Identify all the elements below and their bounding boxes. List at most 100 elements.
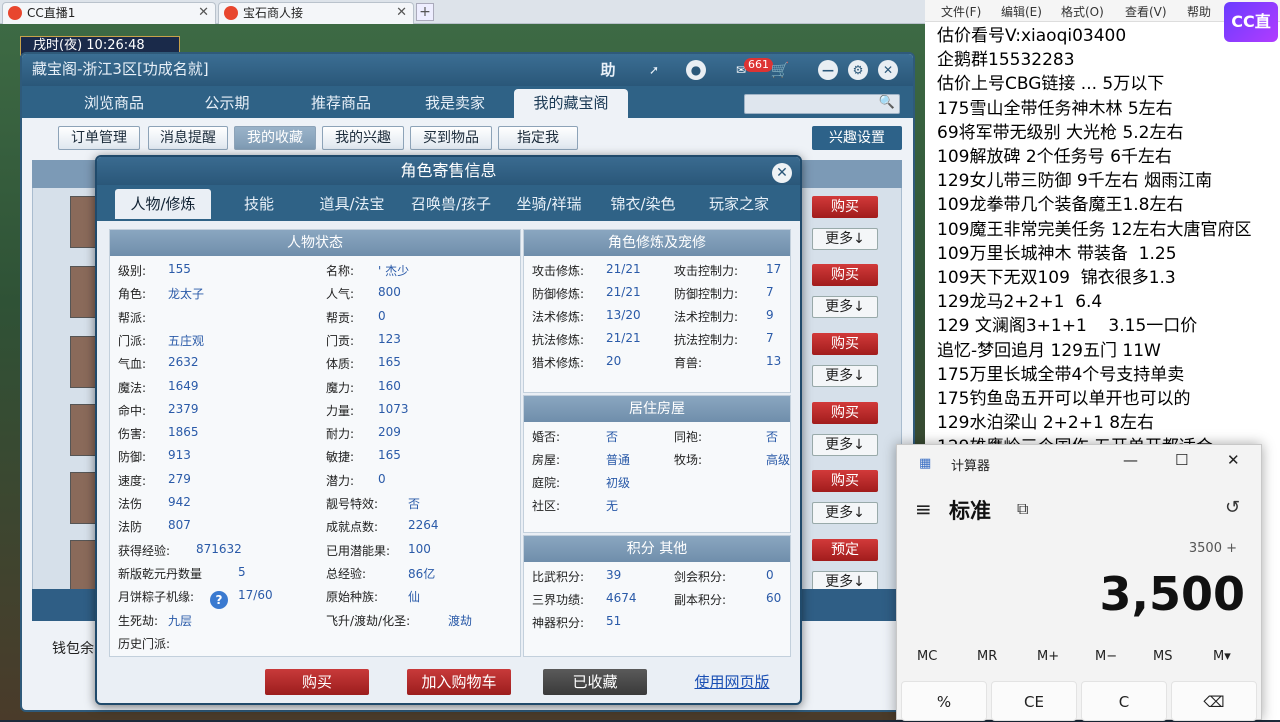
stat-label: 潜力: bbox=[326, 473, 355, 488]
subtab-messages[interactable]: 消息提醒 bbox=[148, 126, 228, 150]
more-button[interactable]: 更多↓ bbox=[812, 502, 878, 524]
tab-skills[interactable]: 技能 bbox=[217, 189, 301, 219]
memory-add-button[interactable]: M+ bbox=[1037, 649, 1059, 664]
browser-tab-cc[interactable]: CC直播1 ✕ bbox=[2, 2, 216, 24]
subtab-assigned[interactable]: 指定我 bbox=[498, 126, 578, 150]
cultivation-value: 13 bbox=[766, 354, 782, 368]
web-version-link[interactable]: 使用网页版 bbox=[687, 669, 777, 695]
stat-label: 体质: bbox=[326, 357, 355, 372]
close-icon[interactable]: ✕ bbox=[1227, 451, 1240, 469]
memory-clear-button[interactable]: MC bbox=[917, 649, 937, 664]
memory-list-button[interactable]: M▾ bbox=[1213, 649, 1231, 664]
house-panel-title: 居住房屋 bbox=[524, 396, 790, 422]
more-button[interactable]: 更多↓ bbox=[812, 228, 878, 250]
tab-items[interactable]: 道具/法宝 bbox=[307, 189, 397, 219]
notepad-text[interactable]: 估价看号V:xiaoqi03400 企鹅群15532283 估价上号CBG链接 ..… bbox=[937, 24, 1277, 460]
dialog-tabs: 人物/修炼 技能 道具/法宝 召唤兽/孩子 坐骑/祥瑞 锦衣/染色 玩家之家 bbox=[97, 185, 800, 221]
close-icon[interactable]: ✕ bbox=[198, 3, 209, 23]
notepad-line: 175万里长城全带4个号支持单卖 bbox=[937, 364, 1185, 385]
points-panel: 积分 其他 比武积分: 39 剑会积分: 0 三界功绩: 4674 副本积分: 60 神器积分:… bbox=[523, 535, 791, 657]
keep-on-top-icon[interactable]: ⧉ bbox=[1017, 499, 1028, 519]
backspace-key[interactable]: ⌫ bbox=[1171, 681, 1257, 721]
notepad-line: 追忆-梦回追月 129五门 11W bbox=[937, 340, 1161, 361]
tab-costumes[interactable]: 锦衣/染色 bbox=[599, 189, 687, 219]
percent-key[interactable]: % bbox=[901, 681, 987, 721]
cc-favicon-icon bbox=[8, 6, 22, 20]
buy-button[interactable]: 购买 bbox=[812, 470, 878, 492]
collected-button[interactable]: 已收藏 bbox=[543, 669, 647, 695]
clear-key[interactable]: C bbox=[1081, 681, 1167, 721]
tab-character[interactable]: 人物/修炼 bbox=[115, 189, 211, 219]
history-icon[interactable]: ↺ bbox=[1225, 497, 1240, 518]
cultivation-label: 攻击修炼: bbox=[532, 264, 585, 278]
buy-button[interactable]: 购买 bbox=[812, 196, 878, 218]
minimize-icon[interactable]: — bbox=[818, 60, 838, 80]
character-sale-dialog: 角色寄售信息 ✕ 人物/修炼 技能 道具/法宝 召唤兽/孩子 坐骑/祥瑞 锦衣/… bbox=[95, 155, 802, 705]
gear-icon[interactable]: ⚙ bbox=[848, 60, 868, 80]
stat-label: 魔力: bbox=[326, 380, 355, 395]
subtab-purchased[interactable]: 买到物品 bbox=[410, 126, 492, 150]
record-icon[interactable]: ● bbox=[686, 60, 706, 80]
subtab-interests[interactable]: 我的兴趣 bbox=[322, 126, 404, 150]
stat-label: 原始种族: bbox=[326, 590, 379, 605]
interest-settings-button[interactable]: 兴趣设置 bbox=[812, 126, 902, 150]
memory-store-button[interactable]: MS bbox=[1153, 649, 1172, 664]
tab-recommended[interactable]: 推荐商品 bbox=[286, 89, 396, 118]
menu-help[interactable]: 帮助 bbox=[1187, 3, 1211, 20]
close-icon[interactable]: ✕ bbox=[772, 163, 792, 183]
browser-tab-gem[interactable]: 宝石商人接 ✕ bbox=[218, 2, 414, 24]
subtab-favorites[interactable]: 我的收藏 bbox=[234, 126, 316, 150]
tab-mounts[interactable]: 坐骑/祥瑞 bbox=[505, 189, 593, 219]
cultivation-value: 9 bbox=[766, 308, 774, 322]
house-label: 房屋: bbox=[532, 453, 561, 467]
tab-seller[interactable]: 我是卖家 bbox=[400, 89, 510, 118]
stat-value: 2379 bbox=[168, 401, 199, 416]
more-button[interactable]: 更多↓ bbox=[812, 365, 878, 387]
more-button[interactable]: 更多↓ bbox=[812, 434, 878, 456]
stat-value: 九层 bbox=[168, 613, 193, 628]
reserve-button[interactable]: 预定 bbox=[812, 539, 878, 561]
tab-player-home[interactable]: 玩家之家 bbox=[693, 189, 785, 219]
menu-format[interactable]: 格式(O) bbox=[1061, 3, 1104, 20]
menu-file[interactable]: 文件(F) bbox=[941, 3, 981, 20]
tab-publicity[interactable]: 公示期 bbox=[172, 89, 282, 118]
points-label: 三界功绩: bbox=[532, 593, 585, 607]
maximize-icon[interactable]: ☐ bbox=[1175, 451, 1188, 469]
menu-view[interactable]: 查看(V) bbox=[1125, 3, 1167, 20]
add-to-cart-button[interactable]: 加入购物车 bbox=[407, 669, 511, 695]
buy-button[interactable]: 购买 bbox=[812, 264, 878, 286]
tab-browse[interactable]: 浏览商品 bbox=[62, 89, 166, 118]
hamburger-menu-icon[interactable]: ≡ bbox=[915, 497, 932, 521]
minimize-icon[interactable]: — bbox=[1123, 451, 1138, 469]
subtab-orders[interactable]: 订单管理 bbox=[58, 126, 140, 150]
buy-button[interactable]: 购买 bbox=[265, 669, 369, 695]
memory-subtract-button[interactable]: M− bbox=[1095, 649, 1117, 664]
notepad-line: 129女儿带三防御 9千左右 烟雨江南 bbox=[937, 171, 1213, 192]
stat-label: 总经验: bbox=[326, 566, 367, 581]
tab-my-cangbaoge[interactable]: 我的藏宝阁 bbox=[514, 89, 628, 118]
cart-icon[interactable]: 🛒 bbox=[770, 60, 790, 80]
help-button[interactable]: 助 bbox=[596, 60, 620, 80]
new-tab-button[interactable]: + bbox=[416, 3, 434, 21]
search-icon[interactable]: 🔍 bbox=[879, 95, 895, 110]
help-icon[interactable]: ? bbox=[210, 591, 228, 609]
close-icon[interactable]: ✕ bbox=[396, 3, 407, 23]
points-panel-title: 积分 其他 bbox=[524, 536, 790, 562]
menu-edit[interactable]: 编辑(E) bbox=[1001, 3, 1042, 20]
buy-button[interactable]: 购买 bbox=[812, 333, 878, 355]
notepad-line: 109魔王非常完美任务 12左右大唐官府区 bbox=[937, 219, 1252, 240]
memory-recall-button[interactable]: MR bbox=[977, 649, 997, 664]
buy-button[interactable]: 购买 bbox=[812, 402, 878, 424]
clear-entry-key[interactable]: CE bbox=[991, 681, 1077, 721]
stat-value: ' 杰少 bbox=[378, 264, 410, 278]
more-button[interactable]: 更多↓ bbox=[812, 296, 878, 318]
stat-label: 新版乾元丹数量 bbox=[118, 566, 203, 581]
cultivation-label: 抗法修炼: bbox=[532, 333, 585, 347]
stat-value: 165 bbox=[378, 355, 401, 370]
stat-value: 807 bbox=[168, 518, 191, 533]
browser-tab-bar: CC直播1 ✕ 宝石商人接 ✕ + bbox=[0, 0, 925, 24]
search-input[interactable]: 🔍 bbox=[744, 94, 900, 114]
tab-pets[interactable]: 召唤兽/孩子 bbox=[403, 189, 499, 219]
close-icon[interactable]: ✕ bbox=[878, 60, 898, 80]
share-icon[interactable]: ➚ bbox=[644, 60, 664, 80]
